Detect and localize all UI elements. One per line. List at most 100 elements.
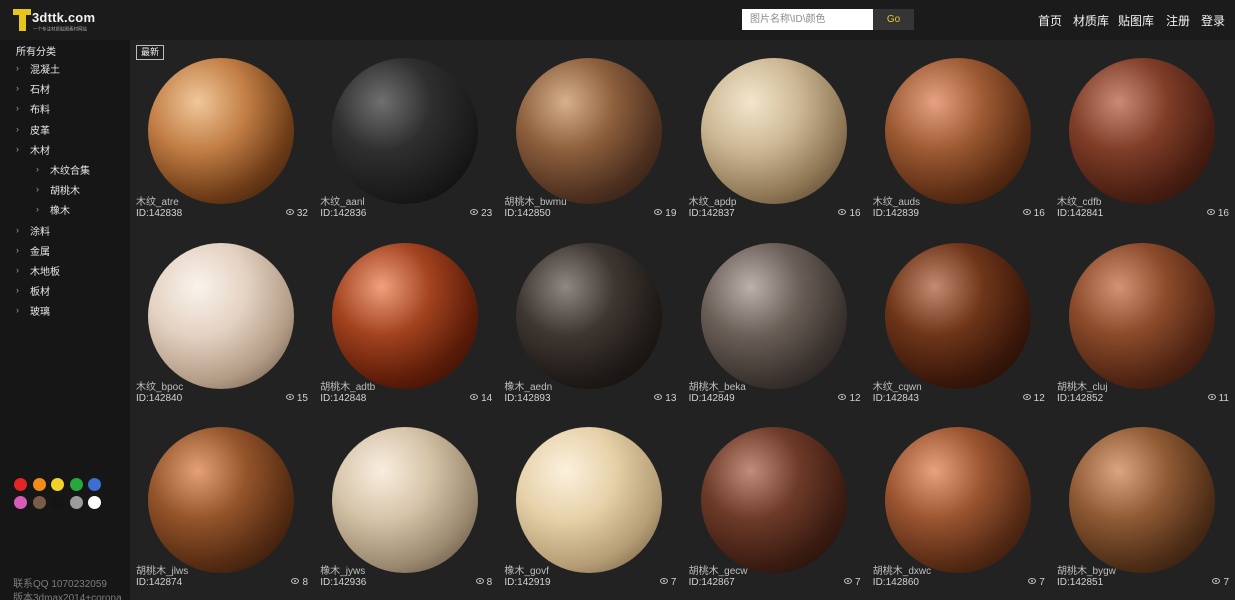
color-filter-swatch[interactable] (14, 478, 27, 491)
eye-icon (838, 393, 847, 400)
nav-home[interactable]: 首页 (1038, 12, 1062, 29)
material-card[interactable]: 胡桃木_dxwc ID:142860 7 (873, 427, 1045, 600)
color-filter-swatch[interactable] (88, 496, 101, 509)
color-filter-swatch[interactable] (32, 478, 46, 491)
material-name[interactable]: 木纹_aanl (320, 193, 364, 208)
material-name[interactable]: 木纹_apdp (689, 193, 737, 208)
search-input[interactable] (742, 9, 873, 30)
material-card[interactable]: 木纹_aanl ID:142836 23 (320, 58, 492, 238)
material-preview-sphere[interactable] (884, 58, 1031, 204)
material-card[interactable]: 橡木_aedn ID:142893 13 (504, 242, 676, 423)
material-name[interactable]: 橡木_govf (504, 562, 548, 577)
sidebar-item-category[interactable]: › 板材 (16, 283, 126, 299)
material-card[interactable]: 木纹_atre ID:142838 32 (136, 58, 308, 238)
material-preview-sphere[interactable] (148, 427, 294, 573)
material-preview-sphere[interactable] (516, 242, 663, 389)
material-preview-sphere[interactable] (884, 242, 1031, 389)
material-name[interactable]: 木纹_auds (873, 193, 920, 208)
eye-icon (285, 393, 294, 400)
material-id: ID:142848 (320, 392, 367, 404)
material-preview-sphere[interactable] (332, 427, 479, 573)
sidebar-item-category[interactable]: › 布料 (16, 101, 126, 117)
material-card[interactable]: 木纹_cdfb ID:142841 16 (1057, 58, 1229, 238)
color-filter-swatch[interactable] (32, 496, 46, 509)
material-name[interactable]: 胡桃木_bwmu (504, 193, 566, 208)
material-name[interactable]: 胡桃木_jlws (136, 562, 188, 577)
material-card[interactable]: 橡木_govf ID:142919 7 (504, 427, 676, 600)
material-name[interactable]: 木纹_cdfb (1057, 193, 1101, 208)
material-name[interactable]: 胡桃木_beka (689, 378, 746, 393)
material-name[interactable]: 胡桃木_cluj (1057, 378, 1108, 393)
material-card[interactable]: 胡桃木_bygw ID:142851 7 (1057, 427, 1229, 600)
material-preview-sphere[interactable] (700, 242, 847, 389)
material-preview-sphere[interactable] (1069, 242, 1215, 389)
sidebar-item-category[interactable]: › 金属 (16, 243, 126, 259)
view-count-value: 8 (302, 577, 308, 588)
view-count-value: 23 (481, 208, 493, 219)
nav-register[interactable]: 注册 (1166, 12, 1190, 29)
sidebar-item-category[interactable]: › 木材 (16, 142, 126, 158)
color-filter-swatch[interactable] (88, 478, 101, 491)
material-preview-sphere[interactable] (148, 242, 294, 389)
nav-texture-library[interactable]: 贴图库 (1118, 12, 1154, 29)
material-id: ID:142867 (688, 577, 735, 588)
site-logo[interactable]: 3dttk.com 一个专注材质贴图素材网站 (13, 9, 95, 33)
material-card[interactable]: 胡桃木_bwmu ID:142850 19 (504, 58, 676, 238)
view-count: 16 (1206, 208, 1229, 219)
material-preview-sphere[interactable] (516, 427, 663, 573)
material-preview-sphere[interactable] (884, 427, 1031, 573)
sidebar-item-category[interactable]: › 玻璃 (16, 303, 126, 319)
sidebar-item-category[interactable]: › 木地板 (16, 263, 126, 279)
material-card[interactable]: 胡桃木_jlws ID:142874 8 (136, 427, 308, 600)
color-filter-swatch[interactable] (51, 478, 64, 491)
material-card[interactable]: 木纹_bpoc ID:142840 15 (136, 242, 308, 423)
nav-material-library[interactable]: 材质库 (1073, 12, 1109, 29)
sidebar-item-category[interactable]: › 涂料 (16, 223, 126, 239)
material-preview-sphere[interactable] (1069, 58, 1215, 204)
material-preview-sphere[interactable] (332, 242, 479, 389)
sidebar-subitem-category[interactable]: › 胡桃木 (36, 182, 146, 198)
color-filter-swatch[interactable] (69, 478, 83, 491)
search-go-button[interactable]: Go (873, 9, 914, 30)
material-preview-sphere[interactable] (516, 58, 663, 204)
sidebar-subitem-category[interactable]: › 橡木 (36, 202, 146, 218)
sidebar-item-category[interactable]: › 石材 (16, 81, 126, 97)
material-preview-sphere[interactable] (148, 58, 294, 204)
material-card[interactable]: 木纹_auds ID:142839 16 (873, 58, 1045, 238)
material-preview-sphere[interactable] (1069, 427, 1215, 573)
sidebar-subitem-category[interactable]: › 木纹合集 (36, 162, 146, 178)
material-card[interactable]: 橡木_jyws ID:142936 8 (320, 427, 492, 600)
view-count: 8 (475, 577, 493, 588)
material-card[interactable]: 木纹_apdp ID:142837 16 (689, 58, 861, 238)
color-filter-swatch[interactable] (14, 496, 27, 509)
material-name[interactable]: 胡桃木_adtb (320, 378, 375, 393)
color-filter-swatch[interactable] (51, 496, 64, 509)
sidebar-item-category[interactable]: › 混凝土 (16, 61, 126, 77)
eye-icon (654, 393, 663, 400)
material-name[interactable]: 橡木_aedn (504, 378, 552, 393)
material-name[interactable]: 橡木_jyws (320, 562, 365, 577)
color-filter-swatch[interactable] (69, 496, 83, 509)
material-name[interactable]: 胡桃木_dxwc (873, 562, 931, 577)
view-count: 16 (1022, 208, 1045, 219)
category-sidebar: 所有分类 › 混凝土 › 石材 › 布料 › 皮革 › 木材 › 木纹合集 › 胡桃木 › 橡木 › 涂料 › 金属 ›… (0, 40, 130, 600)
material-card[interactable]: 胡桃木_adtb ID:142848 14 (320, 242, 492, 423)
material-card[interactable]: 胡桃木_cluj ID:142852 11 (1057, 242, 1229, 423)
material-preview-sphere[interactable] (700, 427, 847, 573)
material-preview-sphere[interactable] (332, 58, 479, 204)
material-card[interactable]: 木纹_cqwn ID:142843 12 (873, 242, 1045, 423)
view-count-value: 16 (1033, 208, 1045, 219)
material-card[interactable]: 胡桃木_gecw ID:142867 7 (689, 427, 861, 600)
view-count-value: 19 (665, 208, 677, 219)
sidebar-item-category[interactable]: › 皮革 (16, 122, 126, 138)
chevron-right-icon: › (16, 63, 19, 73)
material-name[interactable]: 木纹_atre (136, 193, 179, 208)
nav-login[interactable]: 登录 (1201, 12, 1225, 29)
material-name[interactable]: 胡桃木_gecw (689, 562, 748, 577)
view-count-value: 8 (486, 577, 493, 588)
material-preview-sphere[interactable] (700, 58, 847, 204)
material-name[interactable]: 木纹_bpoc (136, 378, 183, 393)
material-card[interactable]: 胡桃木_beka ID:142849 12 (689, 242, 861, 423)
material-name[interactable]: 胡桃木_bygw (1057, 562, 1116, 577)
material-name[interactable]: 木纹_cqwn (873, 378, 922, 393)
